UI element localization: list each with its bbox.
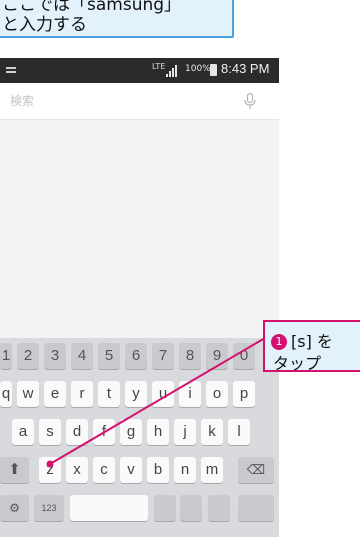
key-x[interactable]: x — [66, 457, 88, 483]
symbols-key[interactable]: 123 — [34, 495, 64, 521]
key-bottom-4[interactable] — [154, 495, 176, 521]
key-e[interactable]: e — [44, 381, 66, 407]
key-5[interactable]: 5 — [98, 343, 120, 369]
key-s[interactable]: s — [39, 419, 61, 445]
step-line-1: 1 [s] を — [271, 328, 333, 352]
key-i[interactable]: i — [179, 381, 201, 407]
delete-key[interactable]: ⌫ — [238, 457, 274, 483]
key-l[interactable]: l — [228, 419, 250, 445]
search-input[interactable] — [10, 89, 230, 113]
key-n[interactable]: n — [174, 457, 196, 483]
key-4[interactable]: 4 — [71, 343, 93, 369]
key-j[interactable]: j — [174, 419, 196, 445]
phone-screen: LTE 100% 8:43 PM 1 2 3 4 5 6 7 8 9 0 q — [0, 58, 279, 537]
battery-percent: 100% — [185, 64, 211, 74]
step-line-2: タップ — [273, 354, 322, 373]
key-b[interactable]: b — [147, 457, 169, 483]
key-v[interactable]: v — [120, 457, 142, 483]
notification-icon — [6, 67, 16, 73]
key-a[interactable]: a — [12, 419, 34, 445]
step-text-1: [s] を — [291, 332, 333, 351]
key-q[interactable]: q — [0, 381, 12, 407]
instruction-line-2: と入力する — [2, 15, 87, 35]
clock: 8:43 PM — [221, 61, 270, 76]
on-screen-keyboard: 1 2 3 4 5 6 7 8 9 0 q w e r t y u i o p … — [0, 338, 279, 537]
key-1[interactable]: 1 — [0, 343, 12, 369]
key-z[interactable]: z — [39, 457, 61, 483]
step-callout: 1 [s] を タップ — [263, 320, 360, 373]
search-bar[interactable] — [0, 83, 279, 120]
key-g[interactable]: g — [120, 419, 142, 445]
enter-key[interactable] — [238, 495, 274, 521]
key-p[interactable]: p — [233, 381, 255, 407]
key-0[interactable]: 0 — [233, 343, 255, 369]
microphone-icon[interactable] — [244, 93, 256, 110]
key-h[interactable]: h — [147, 419, 169, 445]
key-w[interactable]: w — [17, 381, 39, 407]
key-y[interactable]: y — [125, 381, 147, 407]
key-k[interactable]: k — [201, 419, 223, 445]
network-type: LTE — [152, 62, 166, 71]
key-r[interactable]: r — [71, 381, 93, 407]
key-6[interactable]: 6 — [125, 343, 147, 369]
step-number-badge: 1 — [271, 334, 287, 350]
key-c[interactable]: c — [93, 457, 115, 483]
key-bottom-5[interactable] — [180, 495, 202, 521]
instruction-callout: ここでは「samsung」 と入力する — [0, 0, 234, 38]
key-3[interactable]: 3 — [44, 343, 66, 369]
key-f[interactable]: f — [93, 419, 115, 445]
key-d[interactable]: d — [66, 419, 88, 445]
key-2[interactable]: 2 — [17, 343, 39, 369]
key-9[interactable]: 9 — [206, 343, 228, 369]
key-8[interactable]: 8 — [179, 343, 201, 369]
battery-icon — [210, 64, 217, 76]
key-o[interactable]: o — [206, 381, 228, 407]
status-bar: LTE 100% 8:43 PM — [0, 58, 279, 83]
settings-key[interactable]: ⚙ — [0, 495, 29, 521]
shift-key[interactable]: ⬆ — [0, 457, 29, 483]
signal-icon — [166, 65, 180, 77]
key-bottom-6[interactable] — [208, 495, 230, 521]
key-m[interactable]: m — [201, 457, 223, 483]
key-t[interactable]: t — [98, 381, 120, 407]
key-7[interactable]: 7 — [152, 343, 174, 369]
space-key[interactable] — [70, 495, 148, 521]
key-u[interactable]: u — [152, 381, 174, 407]
